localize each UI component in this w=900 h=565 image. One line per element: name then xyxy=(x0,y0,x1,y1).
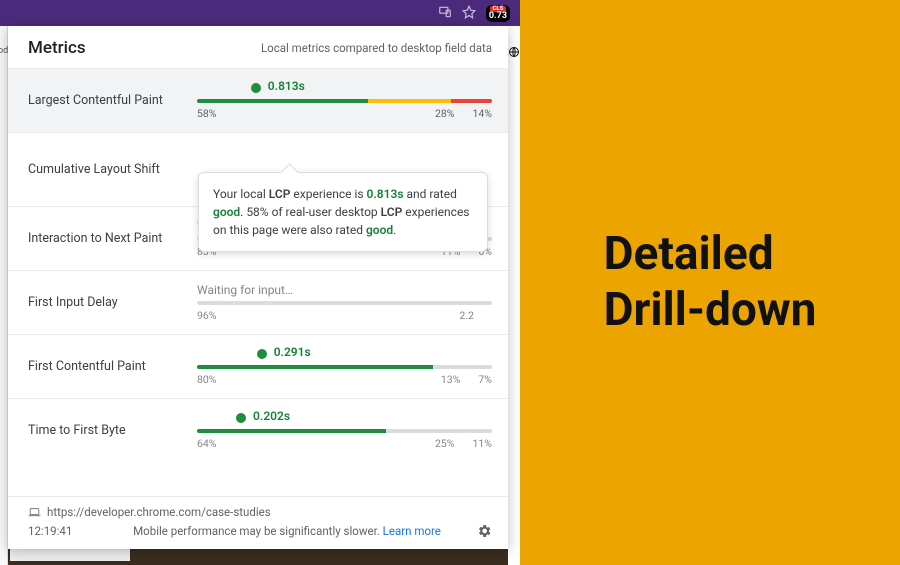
page-edge xyxy=(508,26,520,565)
footer-url: https://developer.chrome.com/case-studie… xyxy=(47,505,271,519)
gear-icon[interactable] xyxy=(476,523,492,539)
star-icon[interactable] xyxy=(462,4,476,23)
metric-value: 0.291s xyxy=(274,345,311,359)
footer-time: 12:19:41 xyxy=(28,524,98,538)
metrics-list: Largest Contentful Paint 0.813s 58% 28% 14… xyxy=(8,68,508,496)
pct-poor: 7% xyxy=(478,373,492,386)
slide-caption: DetailedDrill-down xyxy=(604,227,817,337)
marker-icon xyxy=(257,349,267,359)
pct-good: 96% xyxy=(197,309,217,322)
pct-ni: 13% xyxy=(441,373,461,386)
devtools-sidebar-edge: od xyxy=(0,26,8,565)
laptop-icon xyxy=(28,507,41,518)
learn-more-link[interactable]: Learn more xyxy=(383,524,441,538)
panel-title: Metrics xyxy=(28,38,86,58)
metric-row-lcp[interactable]: Largest Contentful Paint 0.813s 58% 28% 14… xyxy=(8,68,508,132)
badge-value: 0.73 xyxy=(489,12,507,21)
distribution-bar xyxy=(197,301,492,305)
marker-icon xyxy=(236,413,246,423)
slide-caption-panel: DetailedDrill-down xyxy=(520,0,900,565)
footer-message: Mobile performance may be significantly … xyxy=(98,524,476,538)
pct-poor: 14% xyxy=(473,107,493,120)
metric-row-fcp[interactable]: First Contentful Paint 0.291s 80% 13% 7% xyxy=(8,334,508,398)
distribution-bar xyxy=(197,99,492,103)
panel-subtitle: Local metrics compared to desktop field … xyxy=(261,41,492,55)
extension-badge[interactable]: CLS 0.73 xyxy=(486,5,510,22)
metric-row-fid[interactable]: First Input Delay Waiting for input… 96%… xyxy=(8,270,508,334)
metric-name: Interaction to Next Paint xyxy=(28,231,183,246)
panel-footer: https://developer.chrome.com/case-studie… xyxy=(8,496,508,549)
pct-good: 80% xyxy=(197,373,217,386)
metric-name: First Contentful Paint xyxy=(28,359,183,374)
metric-row-ttfb[interactable]: Time to First Byte 0.202s 64% 25% 11% xyxy=(8,398,508,462)
globe-icon xyxy=(508,46,520,58)
pct-poor: 11% xyxy=(473,437,493,450)
metric-tooltip: Your local LCP experience is 0.813s and … xyxy=(198,172,488,252)
browser-titlebar: CLS 0.73 xyxy=(0,0,520,26)
pct-good: 58% xyxy=(197,107,217,120)
pct-poor: 2.2 xyxy=(459,309,474,322)
page-thumbnail xyxy=(10,547,130,561)
marker-icon xyxy=(251,83,261,93)
distribution-bar xyxy=(197,365,492,369)
pct-ni: 25% xyxy=(435,437,455,450)
metric-value: 0.202s xyxy=(253,409,290,423)
metrics-panel: Metrics Local metrics compared to deskto… xyxy=(8,26,508,549)
metric-value: Waiting for input… xyxy=(197,283,492,297)
metric-name: Cumulative Layout Shift xyxy=(28,162,183,177)
devices-icon[interactable] xyxy=(438,4,452,23)
metric-name: Largest Contentful Paint xyxy=(28,93,183,108)
metric-name: First Input Delay xyxy=(28,295,183,310)
pct-ni: 28% xyxy=(435,107,455,120)
pct-good: 64% xyxy=(197,437,217,450)
metric-name: Time to First Byte xyxy=(28,423,183,438)
distribution-bar xyxy=(197,429,492,433)
metric-value: 0.813s xyxy=(268,79,305,93)
